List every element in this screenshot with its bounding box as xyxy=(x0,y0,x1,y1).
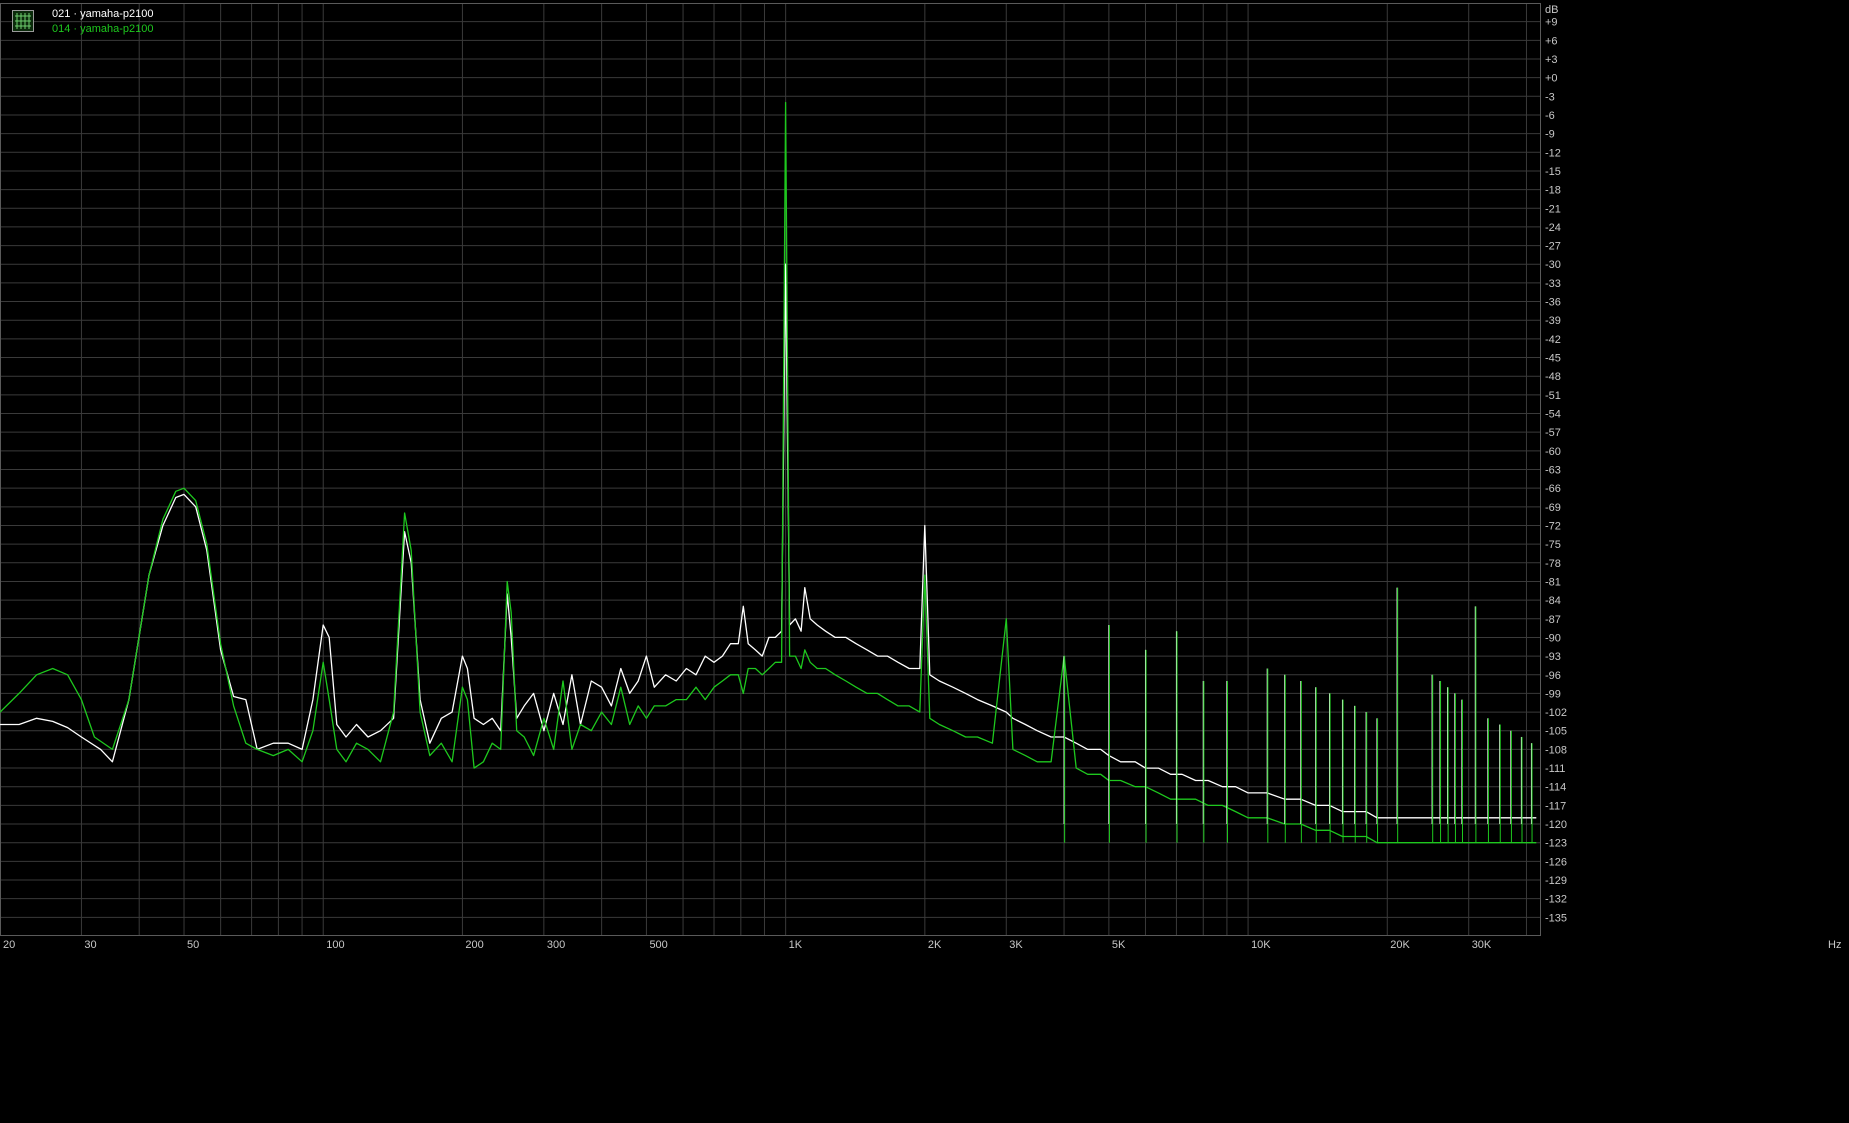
x-tick-label: 10K xyxy=(1251,939,1271,951)
legend-entry-white: 021 · yamaha-p2100 xyxy=(52,8,154,20)
x-tick-label: 20 xyxy=(3,939,15,951)
x-tick-label: 50 xyxy=(187,939,199,951)
y-tick-label: -87 xyxy=(1545,614,1561,626)
y-tick-label: -33 xyxy=(1545,278,1561,290)
y-tick-label: -6 xyxy=(1545,110,1555,122)
y-tick-label: -24 xyxy=(1545,222,1561,234)
x-tick-label: 500 xyxy=(649,939,667,951)
y-tick-label: -66 xyxy=(1545,483,1561,495)
x-tick-label: 20K xyxy=(1390,939,1410,951)
y-tick-label: -126 xyxy=(1545,856,1567,868)
y-tick-label: -114 xyxy=(1545,782,1566,794)
y-tick-label: -69 xyxy=(1545,502,1561,514)
x-tick-label: 3K xyxy=(1009,939,1023,951)
y-tick-label: -27 xyxy=(1545,241,1561,253)
y-tick-label: -39 xyxy=(1545,315,1561,327)
y-tick-label: -102 xyxy=(1545,707,1567,719)
y-tick-label: -129 xyxy=(1545,875,1567,887)
y-tick-label: -117 xyxy=(1545,800,1566,812)
y-unit-label: dB xyxy=(1545,4,1558,16)
y-tick-label: +0 xyxy=(1545,73,1558,85)
y-tick-label: -18 xyxy=(1545,185,1561,197)
y-tick-label: -132 xyxy=(1545,894,1567,906)
y-tick-label: -93 xyxy=(1545,651,1561,663)
y-tick-label: -12 xyxy=(1545,147,1561,159)
y-tick-label: -108 xyxy=(1545,744,1567,756)
y-tick-label: -84 xyxy=(1545,595,1561,607)
x-tick-label: 200 xyxy=(465,939,483,951)
spectrum-grid-icon xyxy=(12,10,34,32)
y-tick-label: -3 xyxy=(1545,91,1555,103)
y-tick-label: -51 xyxy=(1545,390,1561,402)
y-tick-label: -75 xyxy=(1545,539,1561,551)
y-tick-label: -60 xyxy=(1545,446,1561,458)
y-tick-label: -9 xyxy=(1545,129,1555,141)
y-tick-label: +6 xyxy=(1545,35,1558,47)
x-unit-label: Hz xyxy=(1828,939,1841,951)
y-tick-label: -30 xyxy=(1545,259,1561,271)
y-tick-label: -111 xyxy=(1545,763,1565,775)
x-tick-label: 30 xyxy=(84,939,96,951)
y-tick-label: -78 xyxy=(1545,558,1561,570)
y-tick-label: -45 xyxy=(1545,353,1561,365)
y-tick-label: +9 xyxy=(1545,17,1558,29)
y-tick-label: -105 xyxy=(1545,726,1567,738)
y-tick-label: -54 xyxy=(1545,409,1561,421)
y-tick-label: -21 xyxy=(1545,203,1561,215)
x-tick-label: 5K xyxy=(1112,939,1126,951)
y-tick-label: -123 xyxy=(1545,838,1567,850)
y-tick-label: -63 xyxy=(1545,465,1561,477)
y-tick-label: -48 xyxy=(1545,371,1561,383)
spectrum-chart: +9 +6 +3 +0 -3 -6 -9 -12 -15 -18 -21 -24 -27 -30 -33 -3… xyxy=(0,0,1849,1123)
y-tick-label: -90 xyxy=(1545,632,1561,644)
y-tick-label: -36 xyxy=(1545,297,1561,309)
x-tick-label: 2K xyxy=(928,939,942,951)
legend-entry-green: 014 · yamaha-p2100 xyxy=(52,23,154,35)
y-tick-label: -96 xyxy=(1545,670,1561,682)
x-tick-label: 30K xyxy=(1472,939,1492,951)
y-tick-label: -120 xyxy=(1545,819,1567,831)
y-tick-label: -81 xyxy=(1545,576,1561,588)
x-tick-label: 100 xyxy=(326,939,344,951)
x-tick-label: 1K xyxy=(789,939,803,951)
y-tick-label: -99 xyxy=(1545,688,1561,700)
y-tick-label: -135 xyxy=(1545,912,1567,924)
x-tick-label: 300 xyxy=(547,939,565,951)
y-tick-label: -42 xyxy=(1545,334,1561,346)
y-tick-label: -57 xyxy=(1545,427,1561,439)
y-tick-label: +3 xyxy=(1545,54,1558,66)
y-tick-label: -15 xyxy=(1545,166,1561,178)
y-tick-label: -72 xyxy=(1545,520,1561,532)
